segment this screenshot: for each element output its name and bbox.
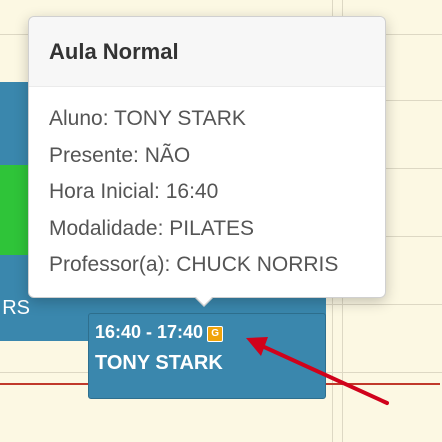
popover-student: Aluno: TONY STARK [49, 107, 246, 130]
event-time: 16:40 - 17:40 G [95, 320, 319, 344]
popover-teacher: Professor(a): CHUCK NORRIS [49, 253, 339, 276]
clipped-event-label: RS [2, 297, 30, 319]
popover-arrow-inner [195, 296, 213, 305]
popover-body: Aluno: TONY STARK Presente: NÃO Hora Ini… [29, 87, 385, 298]
popover-title: Aula Normal [29, 17, 385, 87]
calendar-event-clipped-present[interactable] [0, 165, 30, 255]
calendar-event-tony-stark[interactable]: 16:40 - 17:40 G TONY STARK [88, 313, 326, 399]
popover-start-time: Hora Inicial: 16:40 [49, 180, 219, 203]
event-student-name: TONY STARK [95, 352, 223, 374]
popover-present: Presente: NÃO [49, 143, 191, 167]
event-time-range: 16:40 - 17:40 [95, 322, 204, 342]
popover-modality: Modalidade: PILATES [49, 216, 255, 240]
event-details-popover: Aula Normal Aluno: TONY STARK Presente: … [28, 16, 386, 298]
letter-g-badge-icon: G [207, 326, 224, 342]
calendar-event-clipped[interactable] [0, 82, 30, 165]
